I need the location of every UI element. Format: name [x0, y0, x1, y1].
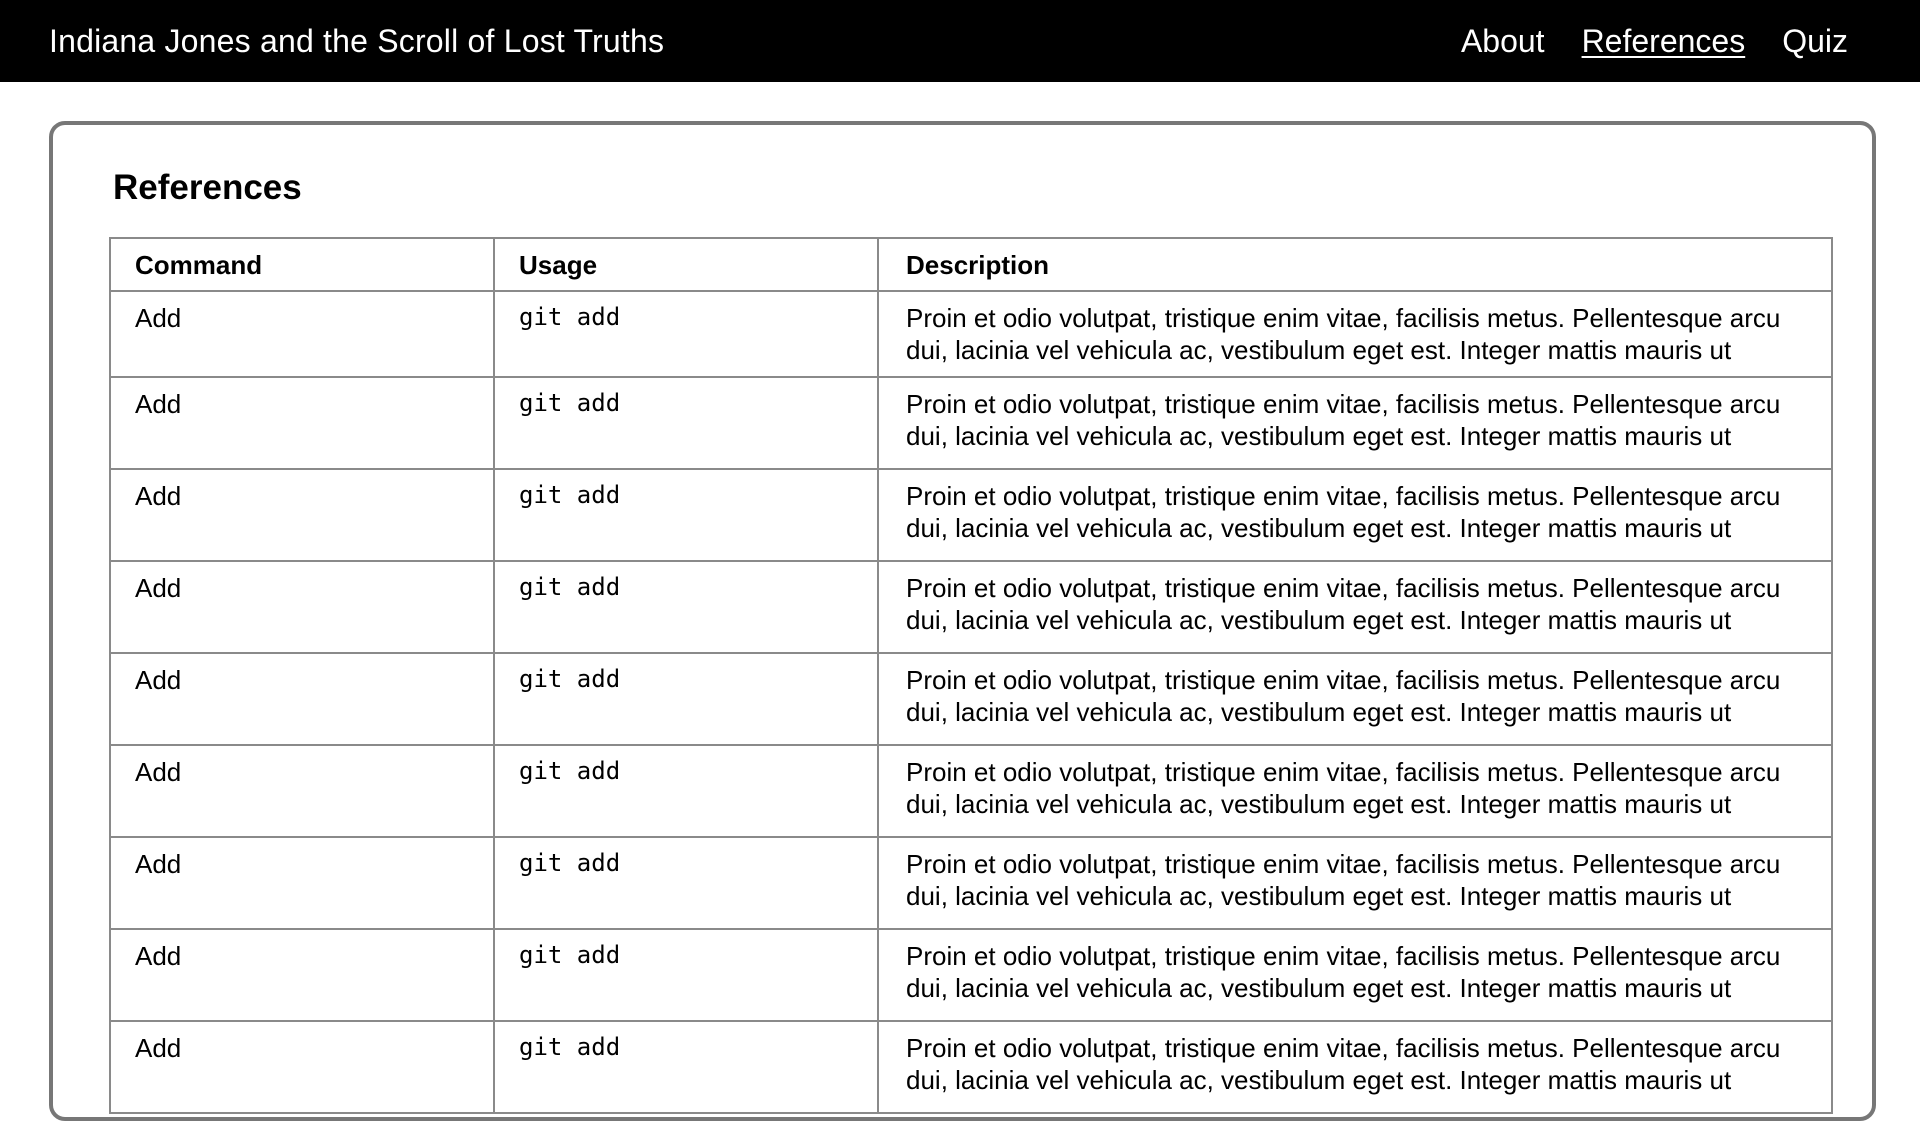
cell-description: Proin et odio volutpat, tristique enim v… [877, 1020, 1833, 1114]
cell-command: Add [109, 652, 495, 746]
page-title: References [113, 168, 302, 207]
cell-description: Proin et odio volutpat, tristique enim v… [877, 376, 1833, 470]
table-row: Add git add Proin et odio volutpat, tris… [109, 652, 1833, 746]
cell-usage: git add [493, 376, 879, 470]
cell-usage: git add [493, 652, 879, 746]
cell-usage: git add [493, 560, 879, 654]
top-navbar: Indiana Jones and the Scroll of Lost Tru… [0, 0, 1920, 82]
cell-command: Add [109, 290, 495, 378]
references-table: Command Usage Description Add git add Pr… [109, 237, 1833, 1114]
cell-command: Add [109, 836, 495, 930]
cell-description: Proin et odio volutpat, tristique enim v… [877, 560, 1833, 654]
table-row: Add git add Proin et odio volutpat, tris… [109, 468, 1833, 562]
cell-description: Proin et odio volutpat, tristique enim v… [877, 928, 1833, 1022]
cell-description: Proin et odio volutpat, tristique enim v… [877, 652, 1833, 746]
table-row: Add git add Proin et odio volutpat, tris… [109, 1020, 1833, 1114]
nav-link-quiz[interactable]: Quiz [1782, 23, 1848, 60]
nav-link-references[interactable]: References [1582, 23, 1746, 60]
cell-usage: git add [493, 744, 879, 838]
nav-links: About References Quiz [1461, 23, 1848, 60]
cell-usage: git add [493, 1020, 879, 1114]
cell-usage: git add [493, 468, 879, 562]
column-header-command: Command [109, 237, 495, 292]
site-title[interactable]: Indiana Jones and the Scroll of Lost Tru… [49, 23, 664, 60]
cell-command: Add [109, 468, 495, 562]
cell-usage: git add [493, 290, 879, 378]
table-row: Add git add Proin et odio volutpat, tris… [109, 744, 1833, 838]
cell-description: Proin et odio volutpat, tristique enim v… [877, 744, 1833, 838]
table-row: Add git add Proin et odio volutpat, tris… [109, 290, 1833, 378]
cell-command: Add [109, 744, 495, 838]
table-row: Add git add Proin et odio volutpat, tris… [109, 376, 1833, 470]
column-header-usage: Usage [493, 237, 879, 292]
content-card: References Command Usage Description Add… [49, 121, 1876, 1121]
cell-usage: git add [493, 928, 879, 1022]
cell-description: Proin et odio volutpat, tristique enim v… [877, 468, 1833, 562]
cell-description: Proin et odio volutpat, tristique enim v… [877, 836, 1833, 930]
cell-usage: git add [493, 836, 879, 930]
cell-command: Add [109, 376, 495, 470]
nav-link-about[interactable]: About [1461, 23, 1545, 60]
table-row: Add git add Proin et odio volutpat, tris… [109, 836, 1833, 930]
table-row: Add git add Proin et odio volutpat, tris… [109, 928, 1833, 1022]
table-header-row: Command Usage Description [109, 237, 1833, 292]
column-header-description: Description [877, 237, 1833, 292]
cell-description: Proin et odio volutpat, tristique enim v… [877, 290, 1833, 378]
cell-command: Add [109, 560, 495, 654]
table-row: Add git add Proin et odio volutpat, tris… [109, 560, 1833, 654]
cell-command: Add [109, 928, 495, 1022]
cell-command: Add [109, 1020, 495, 1114]
